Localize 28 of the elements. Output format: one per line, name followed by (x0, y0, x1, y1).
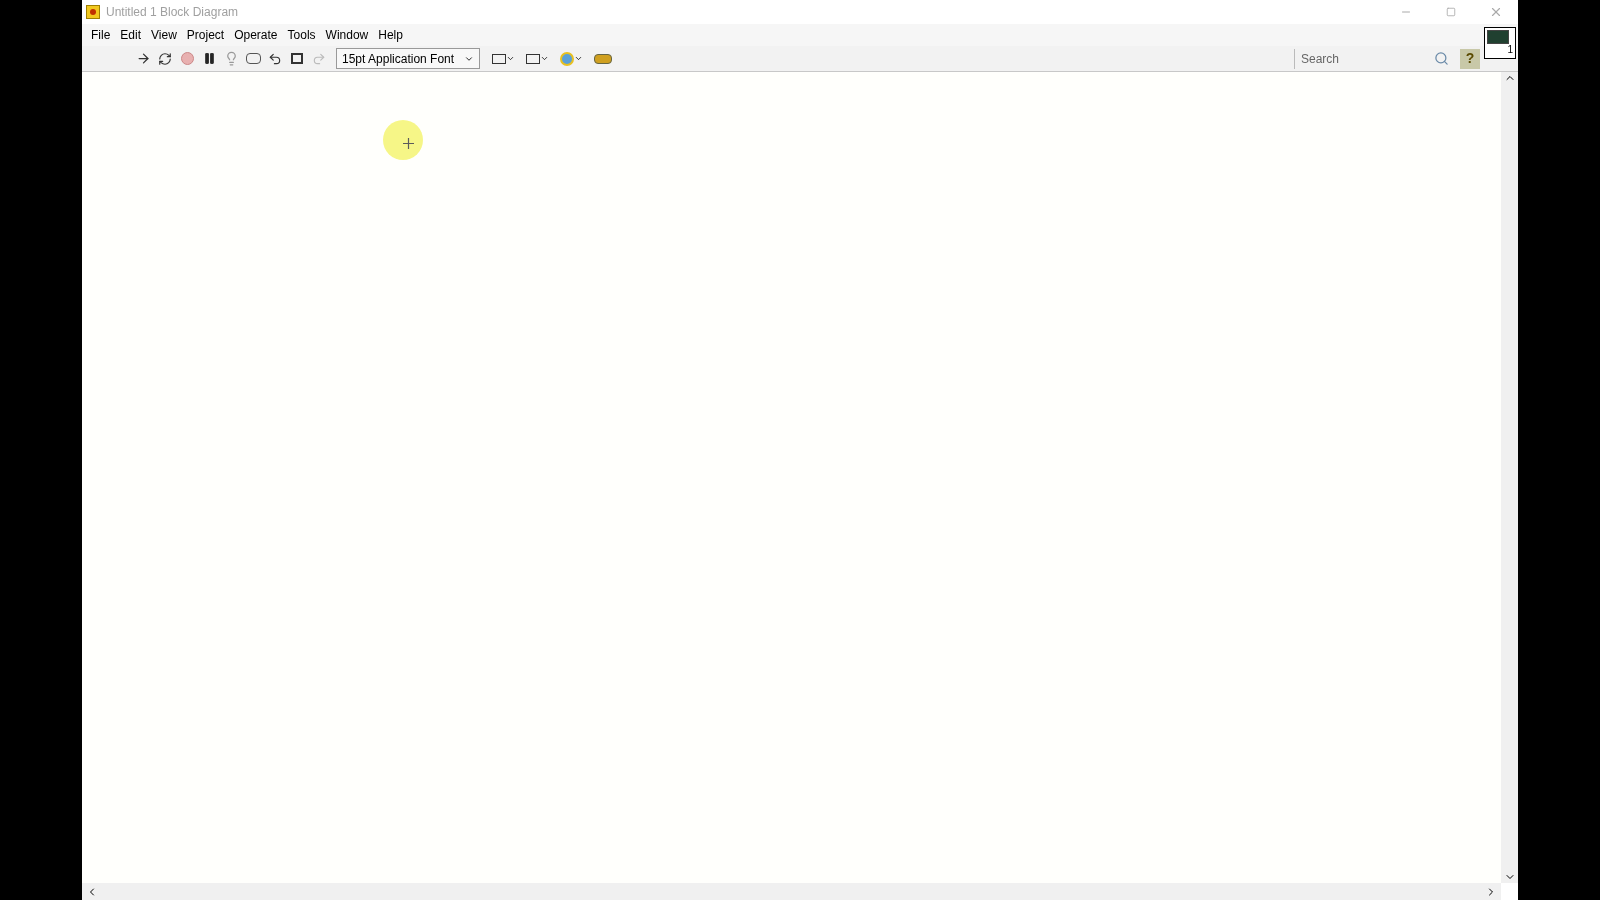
vertical-scrollbar[interactable] (1501, 72, 1518, 883)
menu-item[interactable]: Operate (229, 26, 283, 44)
app-icon (86, 5, 100, 19)
crosshair-cursor-icon (402, 137, 414, 149)
font-dropdown[interactable]: 15pt Application Font (336, 48, 480, 69)
caret-icon (573, 54, 583, 63)
step-out-icon (312, 51, 326, 66)
window-title: Untitled 1 Block Diagram (106, 4, 239, 21)
caret-icon (505, 54, 515, 63)
caret-icon (539, 54, 549, 63)
search-field[interactable]: Search (1294, 48, 1430, 69)
restore-icon (1445, 7, 1456, 17)
menu-item[interactable]: File (86, 26, 116, 44)
step-into-icon (268, 51, 282, 66)
vi-icon[interactable]: 1 (1484, 27, 1516, 59)
pause-icon (202, 52, 216, 65)
menu-item[interactable]: Help (373, 26, 408, 44)
run-arrow-icon (135, 51, 151, 66)
help-button[interactable]: ? (1460, 48, 1480, 69)
menu-item[interactable]: Window (320, 26, 374, 44)
menu-item[interactable]: Tools (282, 26, 321, 44)
menu-item[interactable]: View (146, 26, 182, 44)
menu-item[interactable]: Edit (115, 26, 147, 44)
cycle-arrows-icon (158, 51, 172, 66)
menu-item[interactable]: Project (181, 26, 230, 44)
horizontal-scrollbar[interactable] (82, 883, 1501, 900)
vi-icon-label: 1 (1507, 44, 1513, 56)
search-glyph-icon (1433, 51, 1449, 66)
